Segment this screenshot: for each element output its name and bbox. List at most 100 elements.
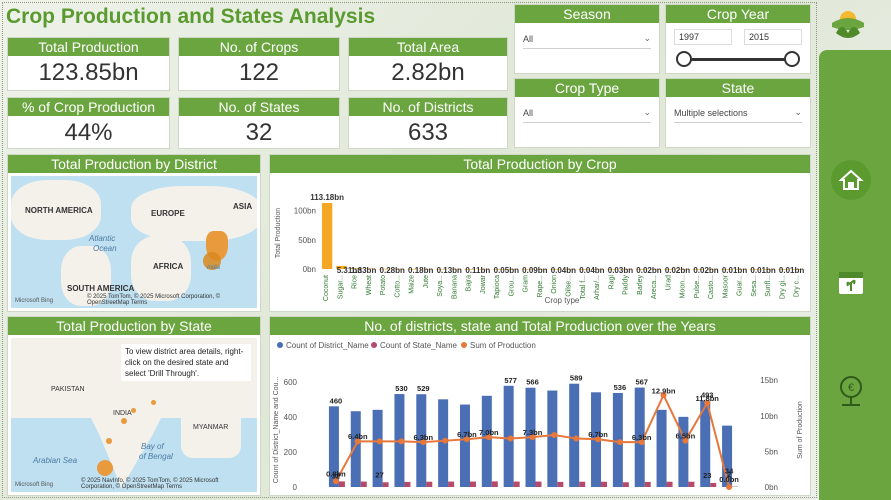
- y-tick-label: 0: [293, 483, 298, 492]
- state-count-bar: [404, 481, 411, 487]
- production-bubble[interactable]: [97, 460, 113, 476]
- district-map-visual[interactable]: Total Production by District NORTH AMERI…: [7, 154, 261, 312]
- data-label: 567: [635, 378, 648, 387]
- map-copyright: © 2025 NavInfo, © 2025 TomTom, © 2025 Mi…: [81, 478, 219, 490]
- x-tick-label: Onion: [551, 275, 558, 294]
- kpi-value: 44%: [64, 119, 113, 146]
- years-visual[interactable]: No. of districts, state and Total Produc…: [269, 316, 811, 500]
- y-tick-label: 0bn: [303, 265, 316, 274]
- x-tick-label: Potato: [380, 275, 387, 295]
- x-tick-label: Tapioca: [494, 275, 501, 299]
- page-title: Crop Production and States Analysis: [6, 5, 376, 28]
- production-point: [507, 435, 514, 442]
- x-tick-label: Cotto...: [394, 275, 401, 298]
- label-india: INDIA: [113, 410, 132, 417]
- legend-label: Count of State_Name: [380, 341, 457, 350]
- land-eurasia: [131, 186, 257, 241]
- x-tick-label: Grou...: [508, 275, 515, 296]
- data-label: 0.13bn: [437, 266, 462, 275]
- x-tick-label: Barley: [637, 275, 644, 295]
- crop-production-visual[interactable]: Total Production by Crop 100bn 50bn 0bn Tot…: [269, 154, 811, 312]
- district-count-bar: [569, 383, 580, 487]
- x-tick-label: Sunfl...: [765, 275, 772, 297]
- year-from-input[interactable]: 1997: [674, 29, 732, 45]
- y-axis-label: Total Production: [275, 208, 282, 258]
- x-tick-label: Wheat: [366, 275, 373, 295]
- data-label: 0.03bn: [608, 266, 633, 275]
- kpi-label: No. of Districts: [349, 98, 507, 116]
- y2-tick-label: 5bn: [765, 447, 778, 456]
- district-map[interactable]: NORTH AMERICA EUROPE ASIA Atlantic Ocean…: [11, 176, 257, 308]
- legend-marker: [371, 342, 377, 348]
- state-count-bar: [710, 482, 717, 487]
- state-count-bar: [557, 481, 564, 487]
- slider-handle-end[interactable]: [784, 51, 800, 67]
- production-bubble[interactable]: [121, 418, 127, 424]
- years-combo-chart[interactable]: Count of District_Name Count of State_Nam…: [270, 335, 810, 500]
- slider-handle-start[interactable]: [676, 51, 692, 67]
- x-tick-label: Areca...: [651, 275, 658, 299]
- y-tick-label: 100bn: [294, 207, 316, 216]
- slicer-title: State: [666, 79, 810, 97]
- production-point: [616, 439, 623, 446]
- district-count-bar: [547, 390, 558, 487]
- crop-logo-icon: [828, 3, 868, 43]
- x-tick-label: Urad: [665, 275, 672, 290]
- production-bubble[interactable]: [106, 438, 112, 444]
- visual-title: Total Production by District: [8, 155, 260, 173]
- year-range-slider[interactable]: [676, 49, 800, 69]
- state-map-visual[interactable]: Total Production by State To view distri…: [7, 316, 261, 496]
- state-count-bar: [491, 481, 498, 487]
- x-tick-label: Gram: [523, 275, 530, 293]
- money-location-icon[interactable]: €: [831, 372, 871, 412]
- kpi-total-production: Total Production 123.85bn: [7, 37, 170, 91]
- season-value: All: [523, 33, 534, 44]
- bing-logo: Microsoft Bing: [15, 482, 54, 488]
- x-tick-label: Coconut: [323, 275, 330, 301]
- data-label: 23: [703, 471, 711, 480]
- data-label: 0.09bn: [522, 266, 547, 275]
- label-myanmar: MYANMAR: [193, 424, 229, 431]
- data-label: 113.18bn: [310, 193, 344, 202]
- data-label: 6.7bn: [457, 430, 477, 439]
- kpi-label: No. of States: [179, 98, 339, 116]
- navigation-bar: €: [819, 50, 891, 500]
- calendar-plant-icon[interactable]: [831, 262, 871, 302]
- visual-title: Total Production by State: [8, 317, 260, 335]
- x-tick-label: 2010: [611, 492, 629, 493]
- label-bay: Bay of: [141, 442, 164, 451]
- data-label: 529: [417, 384, 430, 393]
- crop-type-dropdown[interactable]: All ⌄: [523, 103, 651, 123]
- season-dropdown[interactable]: All ⌄: [523, 29, 651, 49]
- state-count-bar: [469, 481, 476, 487]
- y-tick-label: 400: [284, 413, 298, 422]
- kpi-no-of-districts: No. of Districts 633: [348, 97, 508, 149]
- x-tick-label: Soya...: [437, 275, 444, 297]
- crop-bar-chart[interactable]: 100bn 50bn 0bn Total Production Coconut Sugar…: [270, 173, 810, 309]
- x-tick-label: 2015: [720, 492, 738, 493]
- data-label: 566: [526, 378, 539, 387]
- state-dropdown[interactable]: Multiple selections ⌄: [674, 103, 802, 123]
- district-count-bar: [350, 411, 361, 487]
- production-point: [442, 437, 449, 444]
- production-bubble[interactable]: [151, 400, 156, 405]
- y-axis-label: Count of District_Name and Cou...: [273, 377, 280, 484]
- state-map[interactable]: To view district area details, right-cli…: [11, 338, 257, 492]
- legend-marker: [461, 342, 467, 348]
- season-slicer: Season All ⌄: [514, 4, 660, 74]
- chevron-down-icon: ⌄: [643, 107, 651, 117]
- data-label: 0.04bn: [551, 266, 576, 275]
- label-south-america: SOUTH AMERICA: [67, 284, 135, 293]
- label-europe: EUROPE: [151, 209, 185, 218]
- label-asia: ASIA: [233, 202, 253, 211]
- x-tick-label: Dry gi...: [779, 275, 786, 299]
- x-tick-label: Masoor: [722, 274, 729, 298]
- kpi-total-area: Total Area 2.82bn: [348, 37, 508, 91]
- state-count-bar: [338, 481, 345, 487]
- state-value: Multiple selections: [674, 107, 748, 118]
- data-label: 6.3bn: [632, 433, 652, 442]
- x-tick-label: Sesa...: [751, 275, 758, 297]
- year-to-input[interactable]: 2015: [744, 29, 802, 45]
- x-tick-label: Sugar...: [337, 275, 344, 299]
- home-icon[interactable]: [831, 160, 871, 200]
